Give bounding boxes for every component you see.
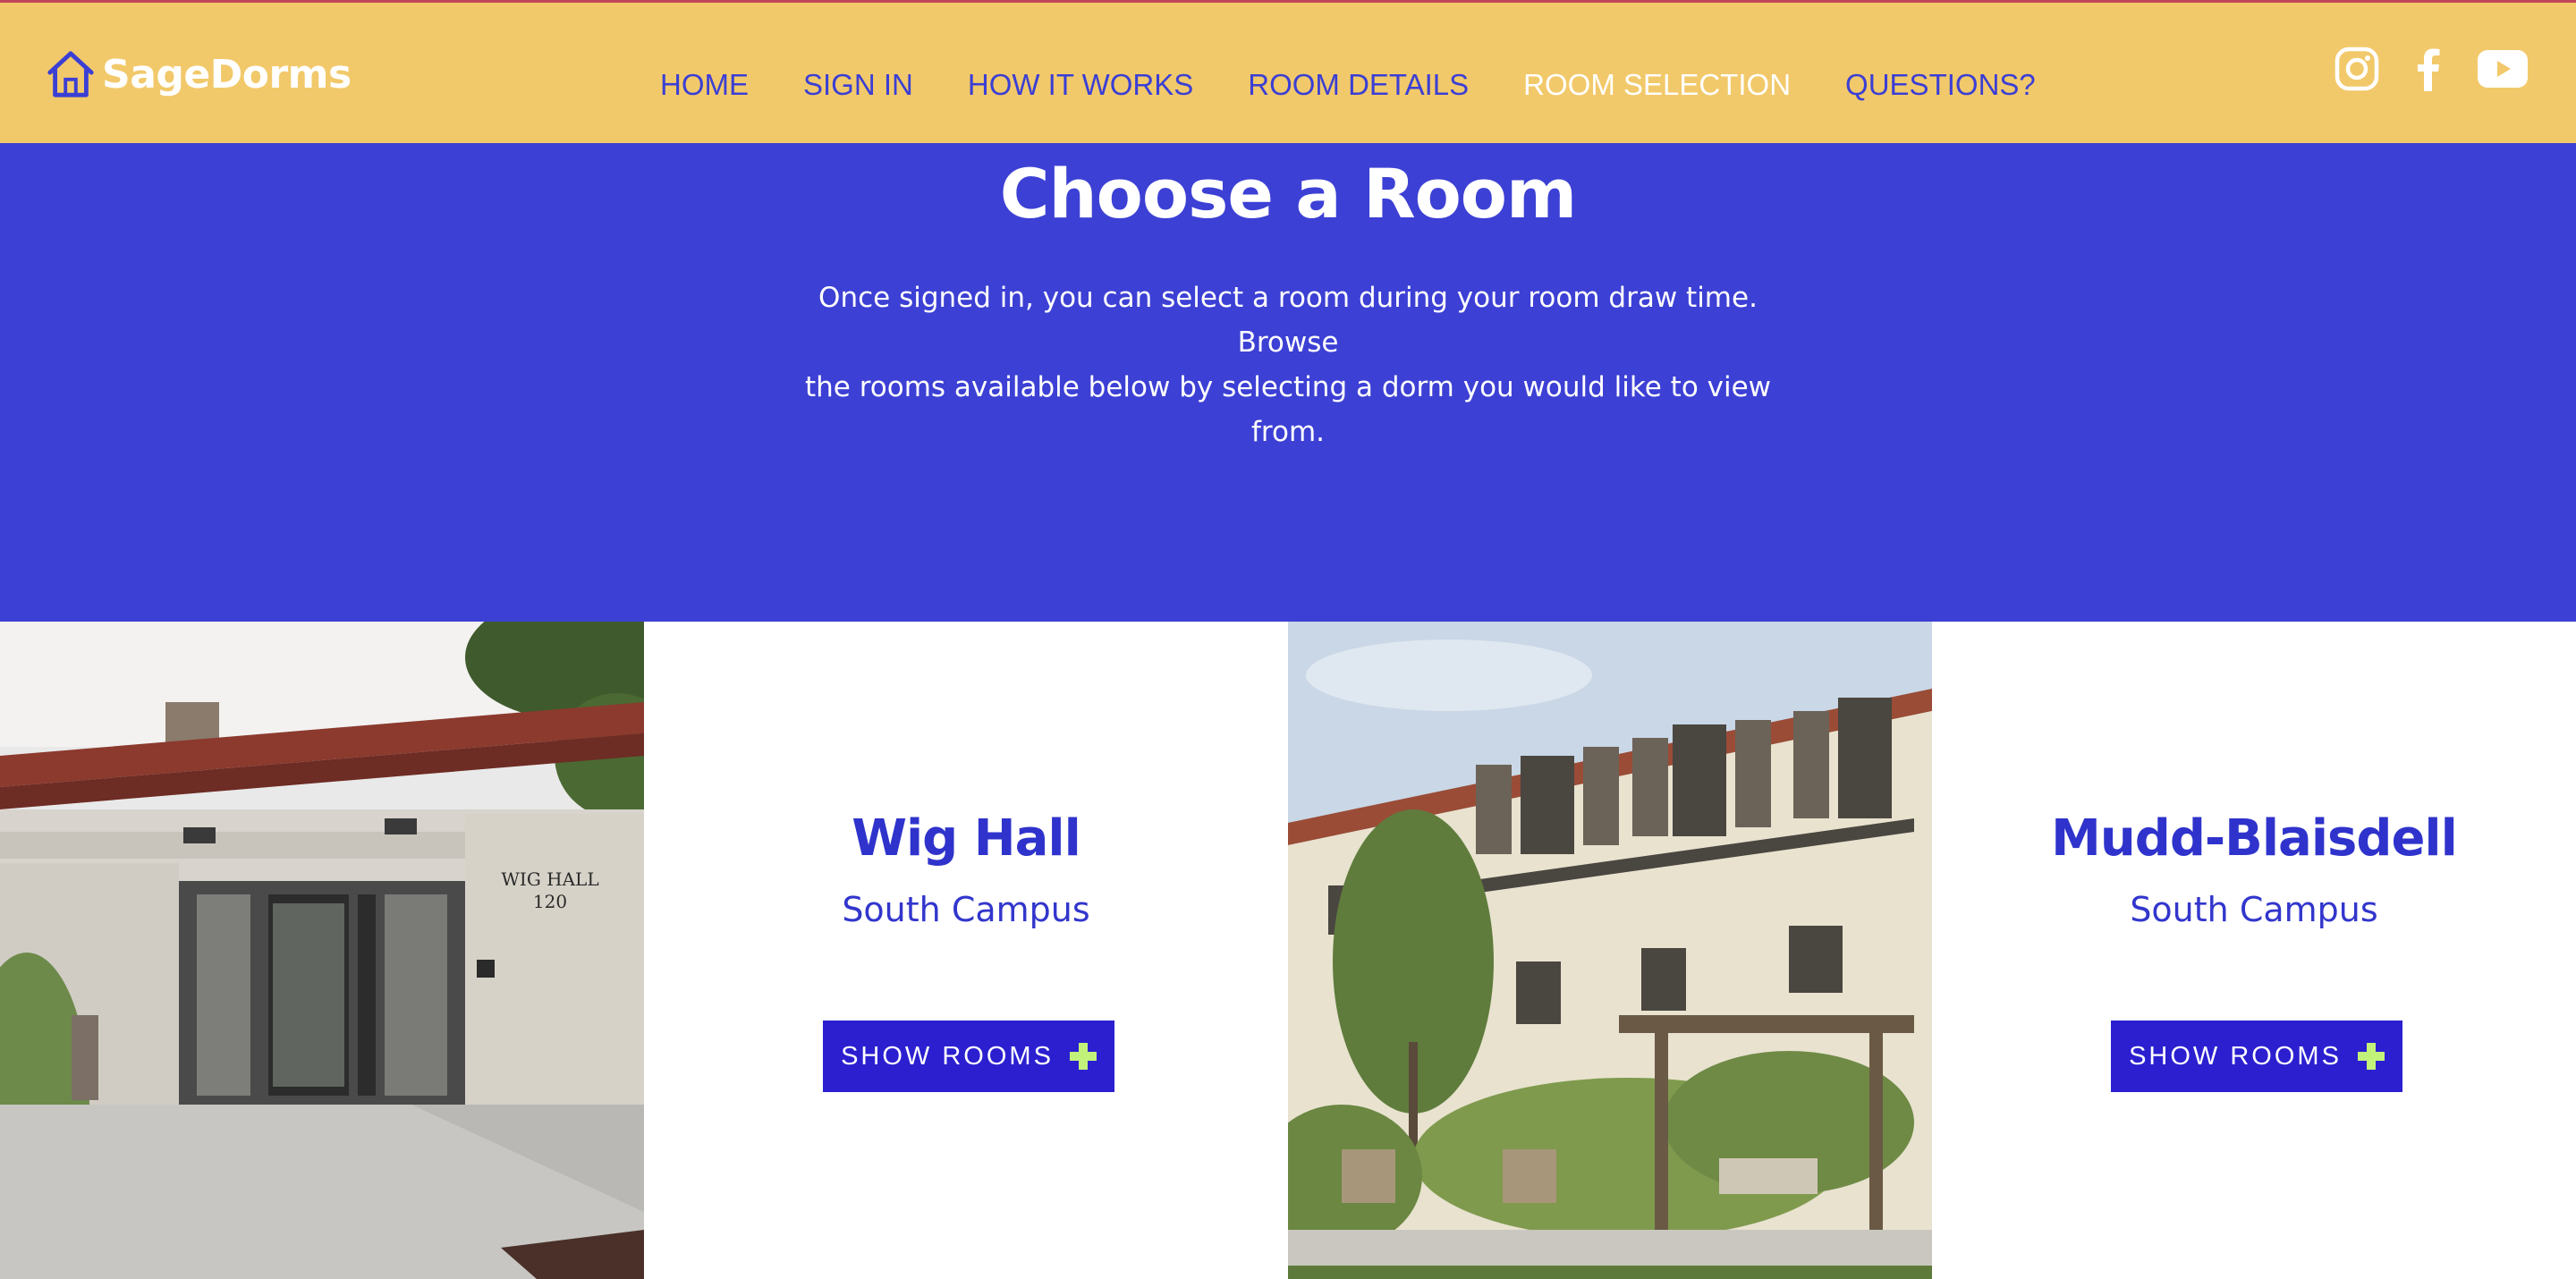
house-icon: [47, 51, 94, 97]
nav-sign-in[interactable]: SIGN IN: [803, 68, 913, 102]
page-title: Choose a Room: [999, 154, 1577, 233]
facebook-icon[interactable]: [2415, 47, 2442, 91]
dorm-name: Mudd-Blaisdell: [2051, 809, 2458, 868]
social-links: [2334, 46, 2528, 92]
brand-logo[interactable]: SageDorms: [45, 47, 352, 101]
hero-section: Choose a Room Once signed in, you can se…: [0, 143, 2576, 622]
show-rooms-label: SHOW ROOMS: [841, 1041, 1054, 1071]
dorm-card-mudd-blaisdell: Mudd-Blaisdell South Campus SHOW ROOMS: [1932, 622, 2576, 1279]
site-header: SageDorms HOME SIGN IN HOW IT WORKS ROOM…: [0, 3, 2576, 143]
nav-room-selection[interactable]: ROOM SELECTION: [1523, 68, 1791, 102]
mudd-blaisdell-photo: [1288, 622, 1932, 1279]
main-nav: HOME SIGN IN HOW IT WORKS ROOM DETAILS R…: [660, 67, 2090, 103]
plus-icon: [2357, 1043, 2385, 1070]
dorm-campus: South Campus: [2130, 890, 2378, 929]
hero-description-line-1: Once signed in, you can select a room du…: [818, 282, 1758, 359]
instagram-icon[interactable]: [2334, 47, 2379, 91]
hero-description: Once signed in, you can select a room du…: [787, 275, 1789, 454]
hero-description-line-2: the rooms available below by selecting a…: [804, 371, 1772, 448]
show-rooms-button[interactable]: SHOW ROOMS: [823, 1021, 1114, 1092]
dorm-card-wig-hall: Wig Hall South Campus SHOW ROOMS: [644, 622, 1288, 1279]
brand-name: SageDorms: [102, 51, 352, 97]
nav-how-it-works[interactable]: HOW IT WORKS: [968, 68, 1193, 102]
dorm-name: Wig Hall: [852, 809, 1081, 868]
nav-questions[interactable]: QUESTIONS?: [1845, 68, 2036, 102]
dorm-campus: South Campus: [842, 890, 1090, 929]
svg-text:120: 120: [533, 891, 567, 912]
wig-hall-photo: WIG HALL 120: [0, 622, 644, 1279]
nav-room-details[interactable]: ROOM DETAILS: [1248, 68, 1469, 102]
nav-home[interactable]: HOME: [660, 68, 749, 102]
plus-icon: [1069, 1043, 1097, 1070]
show-rooms-label: SHOW ROOMS: [2129, 1041, 2342, 1071]
show-rooms-button[interactable]: SHOW ROOMS: [2111, 1021, 2402, 1092]
youtube-icon[interactable]: [2478, 50, 2528, 88]
svg-text:WIG HALL: WIG HALL: [501, 868, 598, 890]
